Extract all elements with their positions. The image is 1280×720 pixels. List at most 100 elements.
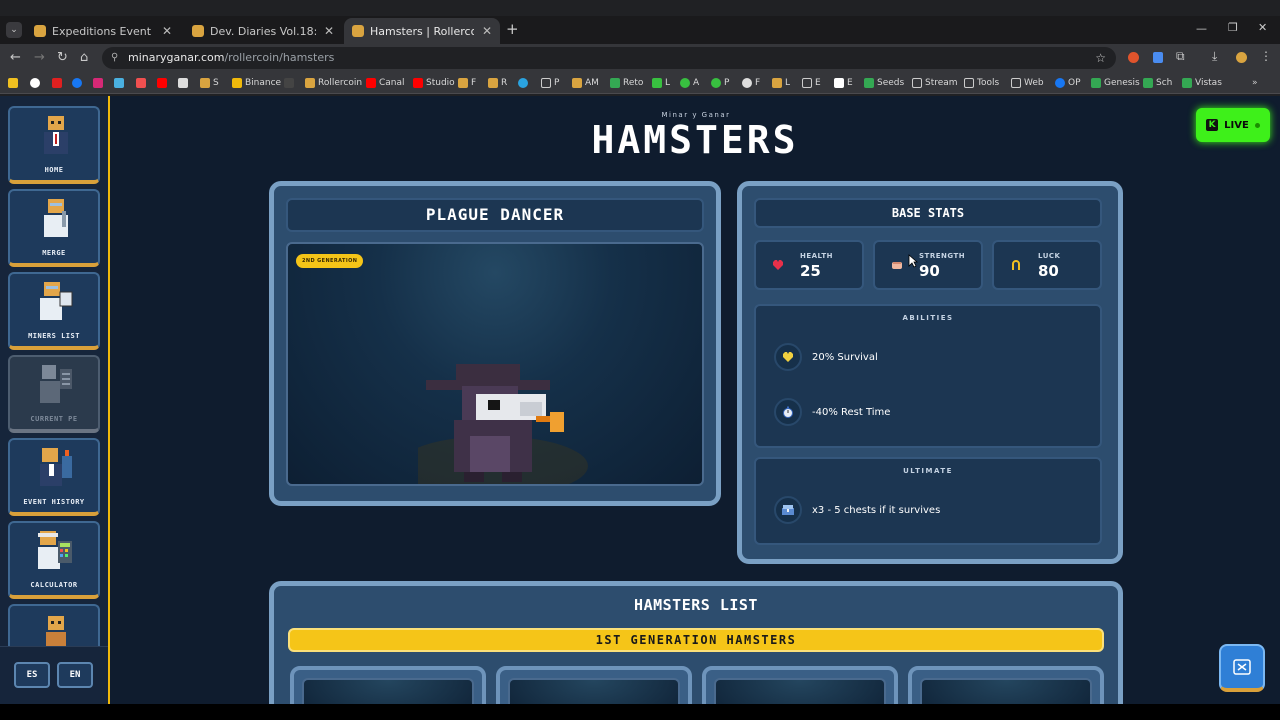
- profile-avatar-icon[interactable]: [1236, 52, 1247, 63]
- stat-health: HEALTH 25: [754, 240, 864, 290]
- site-info-icon[interactable]: ⚲: [111, 47, 118, 69]
- bookmark-item[interactable]: Seeds: [864, 76, 904, 90]
- bookmark-icon: [458, 78, 468, 88]
- hamster-card[interactable]: [290, 666, 486, 704]
- hamster-suit-icon: [44, 116, 68, 154]
- more-bookmarks-icon[interactable]: »: [1252, 76, 1258, 90]
- reload-icon[interactable]: ↻: [57, 50, 68, 66]
- bookmark-x-icon[interactable]: [178, 78, 188, 88]
- bookmark-folder[interactable]: P: [541, 76, 559, 90]
- folder-icon: [964, 78, 974, 88]
- forward-icon[interactable]: →: [34, 50, 45, 66]
- ultimate-title: ULTIMATE: [903, 467, 953, 475]
- base-stats-title: BASE STATS: [754, 198, 1102, 228]
- lang-es-button[interactable]: ES: [14, 662, 50, 688]
- extension-fox-icon[interactable]: [1128, 52, 1139, 63]
- bookmark-item[interactable]: Vistas: [1182, 76, 1222, 90]
- tab-hamsters[interactable]: Hamsters | Rollercoin | Minar y ✕: [344, 18, 500, 44]
- sidebar-item-miners-list[interactable]: MINERS LIST: [8, 272, 100, 350]
- bookmark-instagram-icon[interactable]: [93, 78, 103, 88]
- bookmark-item[interactable]: Genesis: [1091, 76, 1140, 90]
- bookmark-youtube-icon[interactable]: [157, 78, 167, 88]
- sidebar-item-merge[interactable]: MERGE: [8, 189, 100, 267]
- tab-expeditions-event[interactable]: Expeditions Event | RollerCoin ✕: [26, 18, 180, 44]
- hamster-card[interactable]: [496, 666, 692, 704]
- bookmark-icon[interactable]: [284, 78, 294, 88]
- bookmark-icon[interactable]: [8, 78, 18, 88]
- bookmark-facebook-icon[interactable]: [72, 78, 82, 88]
- sheets-icon: [1182, 78, 1192, 88]
- extensions-puzzle-icon[interactable]: ⧉: [1176, 49, 1185, 64]
- bookmark-item[interactable]: E: [834, 76, 853, 90]
- bookmark-item[interactable]: P: [711, 76, 729, 90]
- address-bar[interactable]: ⚲ minaryganar.com/rollercoin/hamsters ☆: [102, 47, 1116, 69]
- bookmark-telegram-icon[interactable]: [518, 78, 528, 88]
- minimize-icon[interactable]: —: [1196, 22, 1207, 35]
- stat-luck: LUCK 80: [992, 240, 1102, 290]
- sidebar-item-current-pe[interactable]: CURRENT PE: [8, 355, 100, 433]
- sidebar-item-event-history[interactable]: EVENT HISTORY: [8, 438, 100, 516]
- floating-toggle-button[interactable]: [1219, 644, 1265, 692]
- sidebar: HOME MERGE MINERS LIST CURRENT PE EVENT …: [0, 96, 110, 704]
- sidebar-item-calculator[interactable]: CALCULATOR: [8, 521, 100, 599]
- lang-en-button[interactable]: EN: [57, 662, 93, 688]
- hamster-card[interactable]: [908, 666, 1104, 704]
- live-button[interactable]: K LIVE: [1196, 108, 1270, 142]
- bookmark-item[interactable]: F: [742, 76, 760, 90]
- bookmark-item[interactable]: L: [652, 76, 670, 90]
- bookmark-item[interactable]: R: [488, 76, 507, 90]
- sidebar-item-partial[interactable]: [8, 604, 100, 652]
- stat-label: STRENGTH: [919, 252, 966, 260]
- extension-shield-icon[interactable]: [1153, 52, 1163, 63]
- bookmark-item[interactable]: F: [458, 76, 476, 90]
- restore-icon[interactable]: ❐: [1228, 21, 1238, 34]
- hamster-history-icon: [40, 448, 72, 486]
- hamster-card[interactable]: [702, 666, 898, 704]
- bookmark-folder[interactable]: Tools: [964, 76, 999, 90]
- bookmark-star-icon[interactable]: ☆: [1095, 47, 1106, 69]
- sidebar-item-label: HOME: [44, 166, 64, 174]
- sidebar-item-home[interactable]: HOME: [8, 106, 100, 184]
- abilities-title: ABILITIES: [902, 314, 954, 322]
- url-path: /rollercoin/hamsters: [224, 51, 335, 64]
- bookmark-folder[interactable]: Web: [1011, 76, 1044, 90]
- home-icon[interactable]: ⌂: [80, 50, 88, 66]
- bookmark-item[interactable]: OP: [1055, 76, 1081, 90]
- bookmark-item[interactable]: A: [680, 76, 699, 90]
- sheets-icon: [1091, 78, 1101, 88]
- abilities-section: ABILITIES 20% Survival -40% Rest Time: [754, 304, 1102, 448]
- download-icon[interactable]: ⤓: [1212, 49, 1217, 64]
- tab-search-button[interactable]: ⌄: [6, 22, 22, 38]
- stat-value: 80: [1038, 262, 1059, 280]
- menu-kebab-icon[interactable]: ⋮: [1260, 49, 1272, 63]
- bookmark-item[interactable]: Studio: [413, 76, 455, 90]
- bookmark-item[interactable]: Sch: [1143, 76, 1172, 90]
- window-close-icon[interactable]: ✕: [1258, 21, 1267, 34]
- bookmark-icon[interactable]: [136, 78, 146, 88]
- bookmark-item[interactable]: L: [772, 76, 790, 90]
- screen-bottom-bar: [0, 704, 1280, 720]
- tab-dev-diaries[interactable]: Dev. Diaries Vol.18: Expedition E ✕: [184, 18, 342, 44]
- bookmark-item[interactable]: AM: [572, 76, 599, 90]
- close-icon[interactable]: ✕: [324, 24, 334, 38]
- gold-heart-icon: [774, 343, 802, 371]
- bookmark-icon[interactable]: [52, 78, 62, 88]
- back-icon[interactable]: ←: [10, 50, 21, 66]
- base-stats-panel: BASE STATS HEALTH 25 STRENGTH 90 LUCK 80…: [737, 181, 1123, 564]
- bookmark-icon[interactable]: [114, 78, 124, 88]
- bookmark-icon: [200, 78, 210, 88]
- bookmark-item[interactable]: Canal: [366, 76, 405, 90]
- sidebar-item-label: CURRENT PE: [30, 415, 78, 423]
- bookmark-item[interactable]: Binance: [232, 76, 281, 90]
- close-icon[interactable]: ✕: [482, 24, 492, 38]
- bookmark-item[interactable]: Rollercoin: [305, 76, 362, 90]
- close-icon[interactable]: ✕: [162, 24, 172, 38]
- bookmark-item[interactable]: S: [200, 76, 219, 90]
- bookmark-icon[interactable]: [30, 78, 40, 88]
- bookmark-folder[interactable]: E: [802, 76, 821, 90]
- bookmark-item[interactable]: Reto: [610, 76, 643, 90]
- new-tab-button[interactable]: +: [506, 20, 519, 38]
- hamster-card-image: [714, 678, 886, 704]
- bookmark-folder[interactable]: Stream: [912, 76, 958, 90]
- folder-icon: [912, 78, 922, 88]
